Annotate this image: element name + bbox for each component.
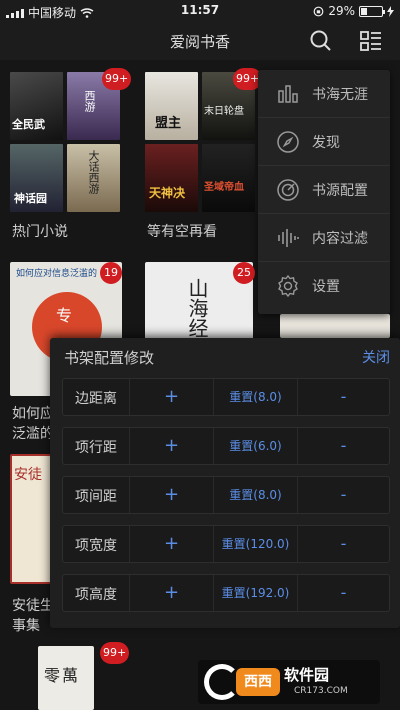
shelf-item[interactable]: 盟主 末日轮盘 天神决 圣域帝血 99+ 等有空再看 <box>145 68 263 252</box>
mini-cover: 大话西游 <box>67 144 120 212</box>
rotation-lock-icon <box>313 6 324 16</box>
search-button[interactable] <box>308 28 334 54</box>
target-icon <box>277 178 299 201</box>
shelf-item[interactable]: 零萬 99+ <box>38 642 130 710</box>
status-bar: 中国移动 11:57 29% <box>0 0 400 22</box>
menu-item-label: 设置 <box>312 279 340 295</box>
config-row-line-spacing: 项行距 + 重置(6.0) - <box>62 427 390 465</box>
decrease-button[interactable]: - <box>297 477 389 513</box>
mini-cover: 天神决 <box>145 144 198 212</box>
menu-button[interactable] <box>358 28 384 54</box>
mini-cover-title: 天神决 <box>149 186 186 200</box>
menu-item-content-filter[interactable]: 内容过滤 <box>258 214 390 262</box>
cover-text: 安徒 <box>14 467 42 483</box>
menu-item-label: 内容过滤 <box>312 230 368 247</box>
decrease-button[interactable]: - <box>297 526 389 562</box>
reset-button[interactable]: 重置(8.0) <box>213 477 297 513</box>
bar-chart-icon <box>278 84 298 103</box>
shelf-item[interactable]: 全民武 西游 神话园 大话西游 99+ 热门小说 <box>10 68 132 252</box>
shelf-config-panel: 书架配置修改 关闭 边距离 + 重置(8.0) - 项行距 + 重置(6.0) … <box>50 338 400 628</box>
book-title: 等有空再看 <box>147 224 217 240</box>
reset-button[interactable]: 重置(192.0) <box>213 575 297 611</box>
watermark-url: CR173.COM <box>294 686 348 696</box>
logo-c-icon <box>204 664 240 700</box>
battery-percent: 29% <box>328 4 355 18</box>
menu-item-source-config[interactable]: 书源配置 <box>258 166 390 214</box>
panel-title: 书架配置修改 <box>64 349 155 367</box>
watermark-brand: 西西 <box>236 668 280 696</box>
mini-cover: 神话园 <box>10 144 63 212</box>
mini-cover-title: 大话西游 <box>87 150 100 194</box>
watermark-text: 软件园 <box>284 666 330 684</box>
unread-badge: 99+ <box>100 642 130 664</box>
mini-cover: 全民武 <box>10 72 63 140</box>
increase-button[interactable]: + <box>129 379 213 415</box>
gear-icon <box>278 274 298 298</box>
config-label: 边距离 <box>75 391 117 407</box>
compass-icon <box>277 130 299 153</box>
reset-button[interactable]: 重置(6.0) <box>213 428 297 464</box>
unread-badge: 99+ <box>102 68 132 90</box>
decrease-button[interactable]: - <box>297 379 389 415</box>
reset-button[interactable]: 重置(120.0) <box>213 526 297 562</box>
battery-fill <box>361 7 367 15</box>
mini-cover-title: 末日轮盘 <box>204 106 244 117</box>
config-row-item-spacing: 项间距 + 重置(8.0) - <box>62 476 390 514</box>
config-label: 项行距 <box>75 440 117 456</box>
close-button[interactable]: 关闭 <box>362 347 390 367</box>
shelf-item[interactable] <box>280 314 390 338</box>
config-label: 项间距 <box>75 489 117 505</box>
increase-button[interactable]: + <box>129 575 213 611</box>
book-title: 如何应 泛滥的 <box>12 406 54 442</box>
reset-button[interactable]: 重置(8.0) <box>213 379 297 415</box>
battery-icon <box>359 5 385 17</box>
nav-bar: 爱阅书香 <box>0 22 400 60</box>
watermark-logo: 西西 软件园 CR173.COM <box>198 660 380 704</box>
cover-text: 专 <box>56 306 73 325</box>
cover-text: 零萬 <box>44 666 81 685</box>
menu-icon <box>360 31 381 51</box>
book-cover <box>280 314 390 338</box>
dropdown-menu: 书海无涯 发现 书源配置 内容过滤 设置 <box>258 70 390 314</box>
menu-item-settings[interactable]: 设置 <box>258 262 390 310</box>
menu-item-label: 发现 <box>312 134 340 151</box>
config-row-item-height: 项高度 + 重置(192.0) - <box>62 574 390 612</box>
unread-badge: 25 <box>233 262 255 284</box>
cover-text: 如何应对信息泛滥的 <box>16 269 98 279</box>
book-title: 热门小说 <box>12 224 68 240</box>
book-cover: 零萬 <box>38 646 94 710</box>
decrease-button[interactable]: - <box>297 575 389 611</box>
menu-item-discover[interactable]: 发现 <box>258 118 390 166</box>
menu-item-book-sea[interactable]: 书海无涯 <box>258 70 390 118</box>
mini-cover-title: 圣域帝血 <box>204 182 244 193</box>
config-row-margin: 边距离 + 重置(8.0) - <box>62 378 390 416</box>
book-title: 安徒生 事集 <box>12 598 54 634</box>
mini-cover-title: 全民武 <box>12 118 45 131</box>
increase-button[interactable]: + <box>129 477 213 513</box>
waveform-icon <box>278 228 299 247</box>
mini-cover-title: 神话园 <box>14 192 47 205</box>
mini-cover-title: 盟主 <box>155 116 182 131</box>
page-title: 爱阅书香 <box>169 33 230 51</box>
config-label: 项高度 <box>75 587 117 603</box>
mini-cover: 盟主 <box>145 72 198 140</box>
increase-button[interactable]: + <box>129 428 213 464</box>
mini-cover-title: 西游 <box>83 90 96 112</box>
cover-text: 山海经 <box>185 278 209 338</box>
mini-cover: 圣域帝血 <box>202 144 255 212</box>
unread-badge: 19 <box>100 262 122 284</box>
increase-button[interactable]: + <box>129 526 213 562</box>
menu-item-label: 书源配置 <box>312 182 368 199</box>
config-row-item-width: 项宽度 + 重置(120.0) - <box>62 525 390 563</box>
charging-icon <box>387 5 394 17</box>
search-icon <box>310 30 331 51</box>
menu-item-label: 书海无涯 <box>312 86 368 103</box>
decrease-button[interactable]: - <box>297 428 389 464</box>
config-label: 项宽度 <box>75 538 117 554</box>
